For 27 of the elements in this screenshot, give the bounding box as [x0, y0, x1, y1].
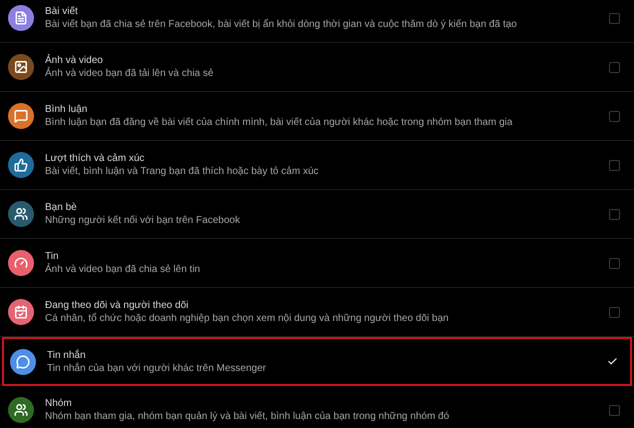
- checkbox[interactable]: [609, 258, 620, 268]
- category-title: Lượt thích và cảm xúc: [45, 153, 146, 164]
- category-title: Bình luận: [45, 104, 88, 115]
- category-title: Tin nhắn: [47, 350, 87, 360]
- checkbox[interactable]: [609, 404, 620, 416]
- checkbox[interactable]: [607, 356, 618, 367]
- category-description: Những người kết nối với bạn trên Facebook: [45, 215, 241, 226]
- category-title: Bạn bè: [45, 202, 78, 213]
- checkbox[interactable]: [609, 306, 620, 318]
- category-description: Ảnh và video bạn đã tải lên và chia sẻ: [45, 68, 214, 79]
- category-title: Đang theo dõi và người theo dõi: [45, 300, 190, 311]
- category-description: Ảnh và video bạn đã chia sẻ lên tin: [45, 264, 202, 275]
- category-title: Bài viết: [45, 6, 79, 17]
- checkbox[interactable]: [609, 160, 620, 170]
- category-description: Cá nhân, tổ chức hoặc doanh nghiệp bạn chọn xem nội dung và những người theo dõi bạn: [45, 313, 450, 324]
- checkbox[interactable]: [609, 62, 620, 72]
- category-description: Nhóm bạn tham gia, nhóm bạn quản lý và bài viết, bình luận của bạn trong những nhóm đó: [45, 411, 450, 422]
- category-description: Bài viết, bình luận và Trang bạn đã thích hoặc bày tỏ cảm xúc: [45, 166, 320, 177]
- checkbox[interactable]: [609, 12, 620, 24]
- category-title: Nhóm: [45, 398, 73, 409]
- category-description: Bài viết bạn đã chia sẻ trên Facebook, bài viết bị ẩn khỏi dòng thời gian và cuộc thăm dò ý kiến bạn đã tạo: [45, 19, 518, 30]
- checkbox[interactable]: [609, 208, 620, 220]
- category-description: Tin nhắn của bạn với người khác trên Messenger: [47, 362, 267, 374]
- category-description: Bình luận bạn đã đăng về bài viết của chính mình, bài viết của người khác hoặc trong nhóm bạn tham gia: [45, 117, 514, 128]
- category-title: Ảnh và video: [45, 55, 104, 66]
- category-title: Tin: [45, 251, 60, 262]
- checkbox[interactable]: [609, 110, 620, 122]
